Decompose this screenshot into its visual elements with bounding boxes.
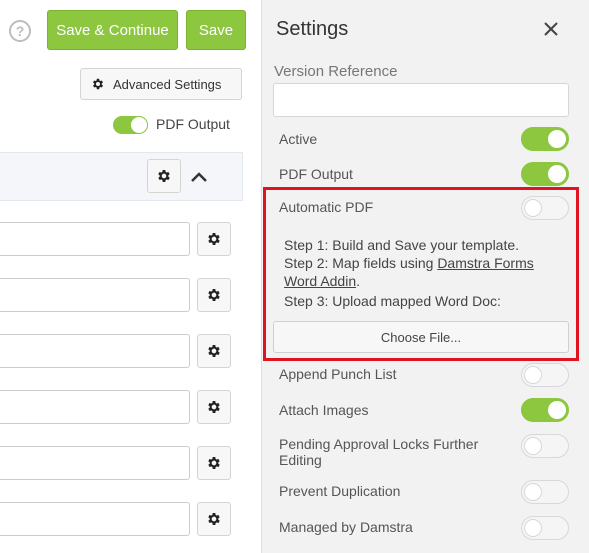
field-input[interactable]	[0, 502, 190, 536]
field-settings-button[interactable]	[197, 502, 231, 536]
managed-by-damstra-toggle[interactable]	[521, 516, 569, 540]
advanced-settings-button[interactable]: Advanced Settings	[80, 68, 242, 100]
help-icon[interactable]: ?	[9, 20, 31, 42]
field-input[interactable]	[0, 278, 190, 312]
gear-icon	[92, 78, 104, 90]
field-settings-button[interactable]	[197, 278, 231, 312]
step-3-text: Step 3: Upload mapped Word Doc:	[284, 293, 501, 309]
field-settings-button[interactable]	[197, 334, 231, 368]
active-label: Active	[279, 131, 318, 147]
append-punch-list-label: Append Punch List	[279, 366, 397, 382]
active-toggle[interactable]	[521, 127, 569, 151]
field-input[interactable]	[0, 446, 190, 480]
gear-icon	[158, 170, 170, 182]
pdf-output-toggle[interactable]	[521, 162, 569, 186]
gear-icon	[208, 457, 220, 469]
gear-icon	[208, 513, 220, 525]
version-reference-input[interactable]	[273, 83, 569, 117]
close-icon[interactable]	[541, 19, 561, 39]
pending-approval-toggle[interactable]	[521, 434, 569, 458]
field-settings-button[interactable]	[197, 390, 231, 424]
gear-icon	[208, 289, 220, 301]
gear-icon	[208, 233, 220, 245]
field-input[interactable]	[0, 390, 190, 424]
automatic-pdf-toggle[interactable]	[521, 196, 569, 220]
pdf-output-left-label: PDF Output	[156, 116, 230, 132]
prevent-duplication-toggle[interactable]	[521, 480, 569, 504]
save-button[interactable]: Save	[186, 10, 246, 50]
section-settings-button[interactable]	[147, 159, 181, 193]
field-settings-button[interactable]	[197, 222, 231, 256]
attach-images-label: Attach Images	[279, 402, 369, 418]
gear-icon	[208, 345, 220, 357]
field-input[interactable]	[0, 222, 190, 256]
save-continue-button[interactable]: Save & Continue	[47, 10, 178, 50]
panel-title: Settings	[276, 18, 349, 40]
advanced-settings-label: Advanced Settings	[113, 76, 222, 92]
field-settings-button[interactable]	[197, 446, 231, 480]
pending-approval-label: Pending Approval Locks Further Editing	[279, 436, 479, 468]
pdf-output-label: PDF Output	[279, 166, 353, 182]
chevron-up-icon[interactable]	[188, 167, 210, 187]
automatic-pdf-label: Automatic PDF	[279, 199, 374, 215]
gear-icon	[208, 401, 220, 413]
append-punch-list-toggle[interactable]	[521, 363, 569, 387]
field-input[interactable]	[0, 334, 190, 368]
version-reference-label: Version Reference	[274, 63, 398, 80]
prevent-duplication-label: Prevent Duplication	[279, 483, 401, 499]
step-1-text: Step 1: Build and Save your template.	[284, 237, 520, 253]
managed-by-damstra-label: Managed by Damstra	[279, 519, 413, 535]
step-2-text: Step 2: Map fields using Damstra Forms W…	[284, 255, 534, 289]
choose-file-button[interactable]: Choose File...	[273, 321, 569, 353]
attach-images-toggle[interactable]	[521, 398, 569, 422]
pdf-output-left-toggle[interactable]	[113, 116, 148, 134]
